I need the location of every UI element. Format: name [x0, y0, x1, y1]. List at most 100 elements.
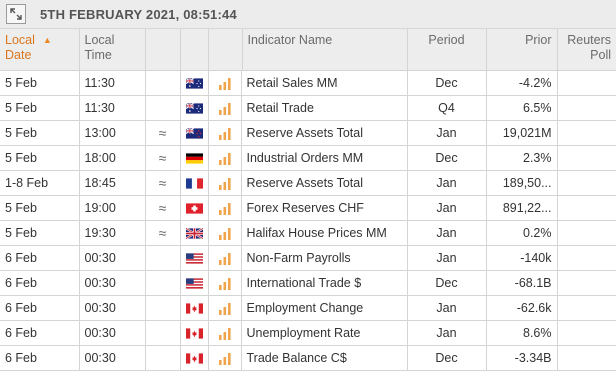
table-row[interactable]: 6 Feb 00:30 Non-Farm Payrolls Jan -140k — [0, 245, 616, 271]
column-header-reuters-poll[interactable]: Reuters Poll — [557, 29, 616, 71]
united-states-flag-icon — [180, 245, 209, 271]
approximate-time-icon — [145, 295, 181, 321]
importance-bars-icon — [209, 345, 242, 369]
indicator-cell[interactable]: Retail Trade — [208, 95, 408, 121]
importance-bars-icon — [209, 70, 242, 94]
table-row[interactable]: 6 Feb 00:30 Trade Balance C$ Dec -3.34B — [0, 345, 616, 371]
canada-flag-icon — [180, 320, 209, 346]
united-kingdom-flag-icon — [180, 220, 209, 246]
row-local-time: 00:30 — [79, 270, 146, 296]
row-local-time: 18:00 — [79, 145, 146, 171]
approximate-time-icon — [145, 320, 181, 346]
united-states-flag-icon — [180, 270, 209, 296]
table-row[interactable]: 1-8 Feb 18:45 ≈ Reserve Assets Total Jan 189,… — [0, 170, 616, 196]
row-prior: 2.3% — [486, 145, 558, 171]
column-header-country — [180, 29, 209, 71]
indicator-name: Non-Farm Payrolls — [246, 250, 351, 265]
indicator-cell[interactable]: Retail Sales MM — [208, 70, 408, 96]
row-local-date: 5 Feb — [0, 195, 80, 221]
row-prior: -62.6k — [486, 295, 558, 321]
expand-icon — [10, 8, 22, 20]
indicator-cell[interactable]: Forex Reserves CHF — [208, 195, 408, 221]
column-header-approx — [145, 29, 181, 71]
table-row[interactable]: 5 Feb 13:00 ≈ Reserve Assets Total Jan 19,021… — [0, 120, 616, 146]
importance-bars-icon — [209, 195, 242, 219]
row-local-time: 00:30 — [79, 345, 146, 371]
approximate-time-icon — [145, 270, 181, 296]
table-header-row: Local ▲ Date Local Time Indicator Name Per… — [0, 29, 616, 71]
approximate-time-icon — [145, 245, 181, 271]
indicator-name: Halifax House Prices MM — [246, 225, 387, 240]
title-bar: 5TH FEBRUARY 2021, 08:51:44 — [0, 0, 616, 29]
indicator-cell[interactable]: Employment Change — [208, 295, 408, 321]
row-prior: -140k — [486, 245, 558, 271]
row-reuters-poll — [557, 145, 616, 171]
indicator-cell[interactable]: Industrial Orders MM — [208, 145, 408, 171]
table-row[interactable]: 5 Feb 19:00 ≈ Forex Reserves CHF Jan 891,22..… — [0, 195, 616, 221]
row-local-date: 5 Feb — [0, 145, 80, 171]
row-reuters-poll — [557, 170, 616, 196]
row-local-date: 5 Feb — [0, 95, 80, 121]
row-local-date: 6 Feb — [0, 270, 80, 296]
indicator-cell[interactable]: Unemployment Rate — [208, 320, 408, 346]
importance-bars-icon — [209, 95, 242, 119]
table-row[interactable]: 6 Feb 00:30 Unemployment Rate Jan 8.6% — [0, 320, 616, 346]
row-period: Q4 — [407, 95, 487, 121]
row-period: Jan — [407, 120, 487, 146]
indicator-cell[interactable]: Reserve Assets Total — [208, 170, 408, 196]
calendar-title: 5TH FEBRUARY 2021, 08:51:44 — [40, 6, 237, 22]
table-row[interactable]: 6 Feb 00:30 Employment Change Jan -62.6k — [0, 295, 616, 321]
approximate-time-icon — [145, 95, 181, 121]
row-prior: -68.1B — [486, 270, 558, 296]
indicator-name: Industrial Orders MM — [246, 150, 364, 165]
indicator-cell[interactable]: Trade Balance C$ — [208, 345, 408, 371]
row-reuters-poll — [557, 195, 616, 221]
row-prior: -4.2% — [486, 70, 558, 96]
switzerland-flag-icon — [180, 195, 209, 221]
row-period: Dec — [407, 270, 487, 296]
row-period: Jan — [407, 220, 487, 246]
row-prior: 19,021M — [486, 120, 558, 146]
importance-bars-icon — [209, 170, 242, 194]
germany-flag-icon — [180, 145, 209, 171]
column-header-local-date[interactable]: Local ▲ Date — [0, 29, 80, 71]
column-header-prior[interactable]: Prior — [486, 29, 558, 71]
indicator-name: Trade Balance C$ — [246, 350, 347, 365]
approximate-time-icon: ≈ — [145, 220, 181, 246]
importance-bars-icon — [209, 270, 242, 294]
table-row[interactable]: 5 Feb 18:00 ≈ Industrial Orders MM Dec 2.3% — [0, 145, 616, 171]
row-local-time: 11:30 — [79, 95, 146, 121]
indicator-cell[interactable]: Non-Farm Payrolls — [208, 245, 408, 271]
column-header-indicator[interactable]: Indicator Name — [208, 29, 408, 71]
column-header-period[interactable]: Period — [407, 29, 487, 71]
approximate-time-icon: ≈ — [145, 170, 181, 196]
importance-bars-icon — [209, 245, 242, 269]
row-local-date: 6 Feb — [0, 345, 80, 371]
indicator-name: Employment Change — [246, 300, 364, 315]
row-reuters-poll — [557, 345, 616, 371]
indicator-name: Reserve Assets Total — [246, 175, 364, 190]
row-reuters-poll — [557, 270, 616, 296]
australia-flag-icon — [180, 70, 209, 96]
approximate-time-icon — [145, 345, 181, 371]
row-prior: 189,50... — [486, 170, 558, 196]
column-header-local-time[interactable]: Local Time — [79, 29, 146, 71]
row-local-date: 5 Feb — [0, 220, 80, 246]
indicator-cell[interactable]: Reserve Assets Total — [208, 120, 408, 146]
indicator-cell[interactable]: Halifax House Prices MM — [208, 220, 408, 246]
expand-button[interactable] — [6, 4, 26, 24]
sort-asc-icon: ▲ — [42, 35, 52, 46]
row-reuters-poll — [557, 320, 616, 346]
table-row[interactable]: 5 Feb 11:30 Retail Trade Q4 6.5% — [0, 95, 616, 121]
row-local-date: 1-8 Feb — [0, 170, 80, 196]
indicator-cell[interactable]: International Trade $ — [208, 270, 408, 296]
table-row[interactable]: 5 Feb 11:30 Retail Sales MM Dec -4.2% — [0, 70, 616, 96]
table-row[interactable]: 5 Feb 19:30 ≈ Halifax House Prices MM Jan 0.2… — [0, 220, 616, 246]
table-row[interactable]: 6 Feb 00:30 International Trade $ Dec -68.1B — [0, 270, 616, 296]
row-period: Jan — [407, 245, 487, 271]
row-local-time: 00:30 — [79, 295, 146, 321]
row-local-date: 6 Feb — [0, 320, 80, 346]
importance-bars-icon — [209, 145, 242, 169]
row-reuters-poll — [557, 245, 616, 271]
row-prior: -3.34B — [486, 345, 558, 371]
